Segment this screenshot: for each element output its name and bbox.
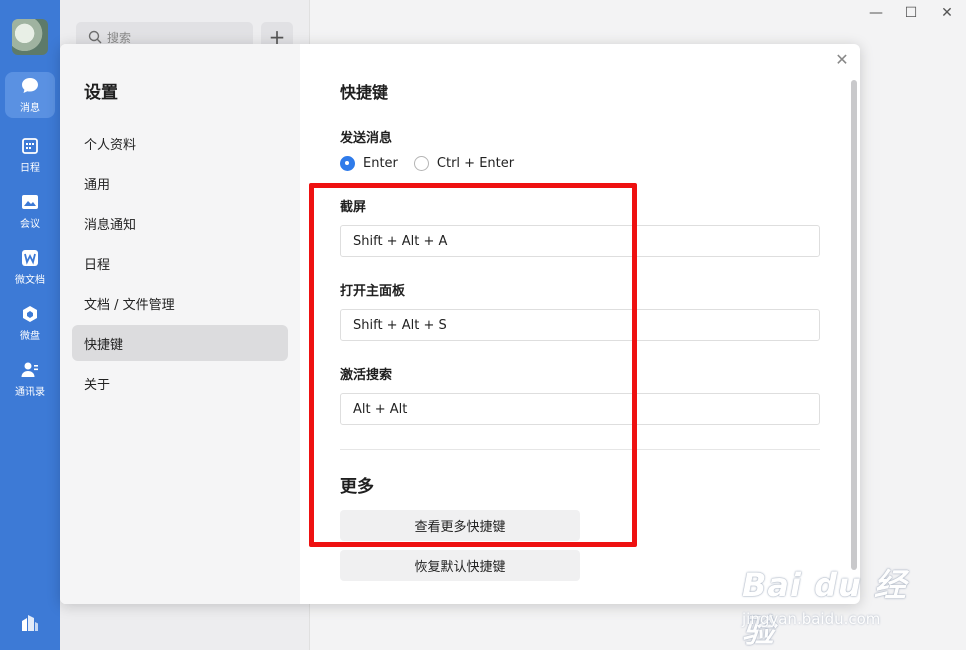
search-icon — [88, 30, 102, 44]
rail-item-calendar[interactable]: 日程 — [5, 132, 55, 178]
settings-title: 设置 — [84, 83, 118, 103]
nav-item-about[interactable]: 关于 — [72, 365, 288, 401]
chat-bubble-icon — [22, 78, 38, 93]
section-title: 快捷键 — [340, 83, 389, 102]
radio-ctrl-enter[interactable] — [413, 156, 429, 171]
send-message-label: 发送消息 — [340, 131, 393, 146]
rail-item-label: 消息 — [20, 103, 40, 114]
rail-item-label: 微盘 — [20, 331, 40, 342]
maximize-button[interactable]: ☐ — [896, 2, 926, 24]
nav-item-file-management[interactable]: 文档 / 文件管理 — [72, 285, 288, 321]
calendar-icon — [22, 138, 38, 154]
rail-item-contacts[interactable]: 通讯录 — [5, 356, 55, 402]
highlight-annotation — [309, 183, 637, 547]
left-rail: 消息 日程 会议 微文档 微盘 通讯录 — [0, 0, 60, 650]
restore-default-shortcuts-button[interactable]: 恢复默认快捷键 — [340, 550, 580, 581]
rail-item-label: 通讯录 — [15, 387, 45, 398]
nav-item-notifications[interactable]: 消息通知 — [72, 205, 288, 241]
scrollbar[interactable] — [851, 80, 857, 570]
dialog-close-icon[interactable]: ✕ — [832, 49, 852, 69]
rail-item-messages[interactable]: 消息 — [5, 72, 55, 118]
nav-item-calendar[interactable]: 日程 — [72, 245, 288, 281]
contacts-icon — [21, 362, 38, 377]
nav-item-shortcuts[interactable]: 快捷键 — [72, 325, 288, 361]
radio-enter[interactable] — [340, 156, 355, 171]
watermark-url: jingyan.baidu.com — [742, 610, 881, 628]
meeting-icon — [22, 195, 38, 209]
radio-ctrl-enter-label[interactable]: Ctrl + Enter — [437, 156, 514, 171]
minimize-button[interactable]: — — [861, 2, 891, 24]
send-key-radio-group: Enter Ctrl + Enter — [340, 156, 530, 171]
settings-sidebar: 设置 个人资料 通用 消息通知 日程 文档 / 文件管理 快捷键 关于 — [60, 44, 300, 604]
workbench-icon[interactable] — [19, 611, 41, 633]
rail-item-label: 会议 — [20, 219, 40, 230]
nav-item-general[interactable]: 通用 — [72, 165, 288, 201]
document-w-icon — [22, 250, 38, 266]
watermark-logo: Bai du 经验 — [742, 566, 907, 650]
rail-item-label: 日程 — [20, 163, 40, 174]
app-window: 消息 日程 会议 微文档 微盘 通讯录 搜索 + — ☐ ✕ 设置 个人资料 通… — [0, 0, 966, 650]
search-placeholder: 搜索 — [107, 30, 132, 45]
window-close-button[interactable]: ✕ — [932, 2, 962, 24]
rail-item-docs[interactable]: 微文档 — [5, 244, 55, 290]
rail-item-label: 微文档 — [15, 275, 45, 286]
rail-item-drive[interactable]: 微盘 — [5, 300, 55, 346]
cloud-drive-icon — [23, 306, 37, 322]
nav-item-profile[interactable]: 个人资料 — [72, 125, 288, 161]
radio-enter-label[interactable]: Enter — [363, 156, 398, 171]
avatar[interactable] — [12, 19, 48, 55]
watermark: Bai du 经验 jingyan.baidu.com — [742, 560, 932, 650]
rail-item-meeting[interactable]: 会议 — [5, 188, 55, 234]
